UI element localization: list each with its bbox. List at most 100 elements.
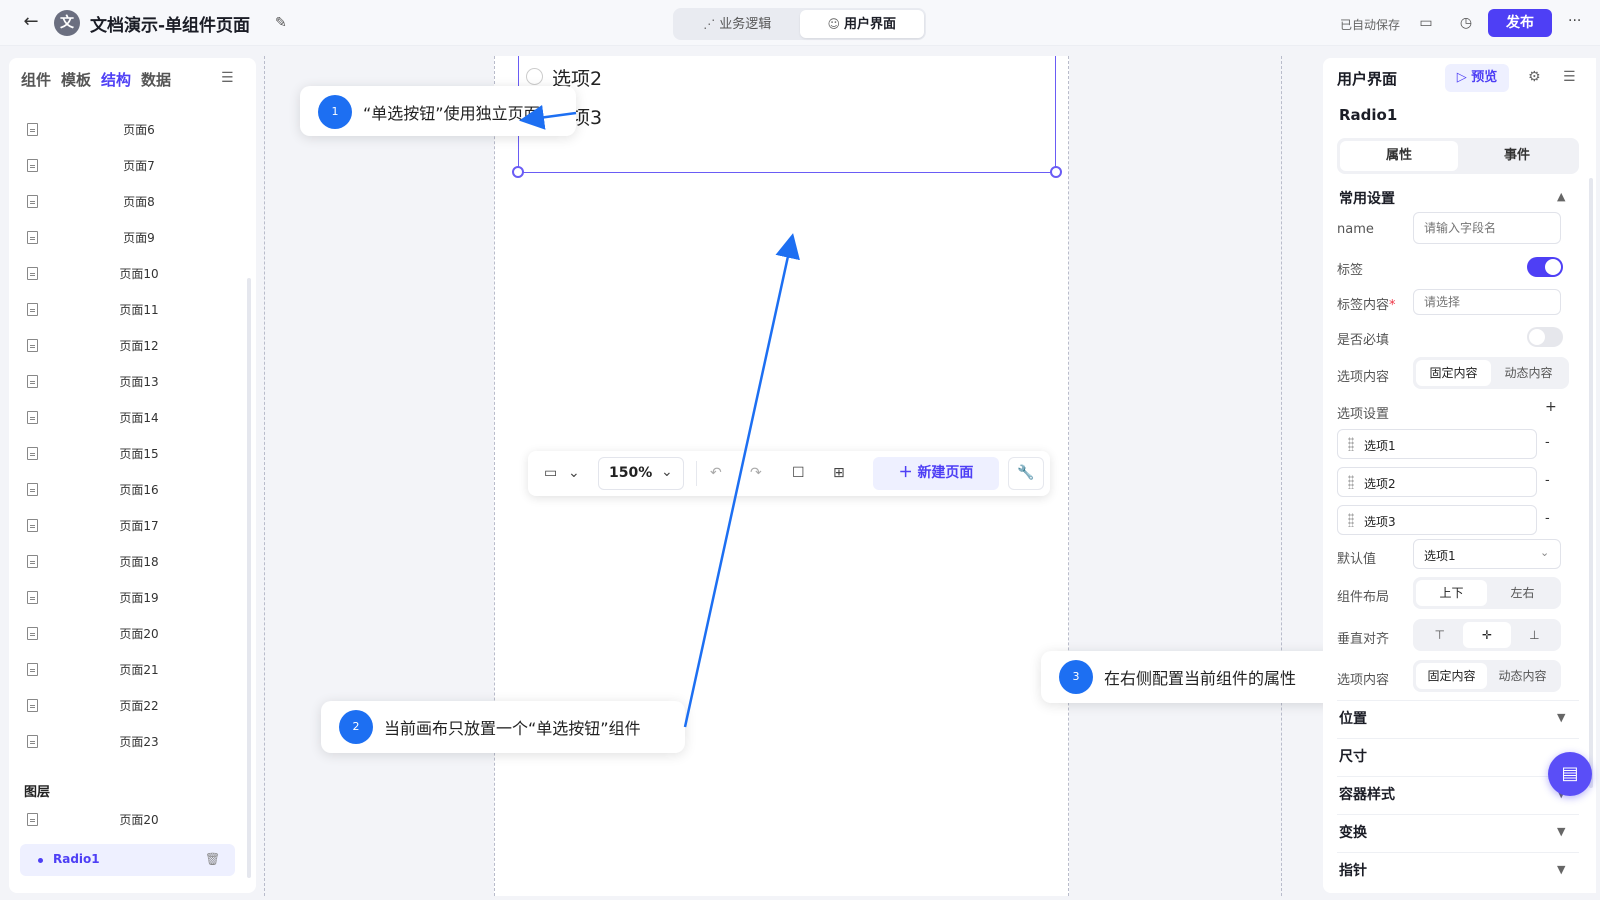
frame-icon[interactable]: ☐ <box>792 463 805 483</box>
tab-user-interface[interactable]: ☺ 用户界面 <box>799 10 924 38</box>
tab-components[interactable]: 组件 <box>21 69 51 90</box>
layer-page-item[interactable]: 页面20 <box>9 802 249 838</box>
component-name: Radio1 <box>1339 106 1398 124</box>
page-list-item[interactable]: 页面20 <box>9 616 249 652</box>
trash-icon[interactable]: 🗑 <box>205 852 220 866</box>
name-input[interactable] <box>1413 212 1561 244</box>
remove-option-icon[interactable]: - <box>1545 435 1550 450</box>
tab-properties[interactable]: 属性 <box>1340 141 1458 171</box>
tag-toggle[interactable] <box>1527 257 1563 277</box>
page-list-item[interactable]: 页面7 <box>9 148 249 184</box>
page-list: 页面6 页面7 页面8 页面9 页面10 页面11 页面12 页面13 页面14 页面15 页面16… <box>9 112 249 760</box>
caret-down-icon[interactable]: ▼ <box>1557 863 1565 876</box>
divider <box>1337 700 1579 701</box>
page-list-item[interactable]: 页面15 <box>9 436 249 472</box>
seg-fixed-content[interactable]: 固定内容 <box>1416 663 1487 689</box>
tab-data[interactable]: 数据 <box>141 69 171 90</box>
drag-handle-icon[interactable] <box>1348 437 1354 451</box>
gear-icon[interactable]: ⚙ <box>1528 69 1541 85</box>
default-value-select[interactable]: 选项1 ⌄ <box>1413 539 1561 569</box>
resize-handle-bl[interactable] <box>512 166 524 178</box>
remove-option-icon[interactable]: - <box>1545 511 1550 526</box>
grid-icon[interactable]: ⊞ <box>833 463 845 483</box>
tab-business-logic[interactable]: ⋰ 业务逻辑 <box>675 10 800 38</box>
option-row[interactable]: 选项1 <box>1337 429 1537 459</box>
page-list-item[interactable]: 页面22 <box>9 688 249 724</box>
page-list-item[interactable]: 页面8 <box>9 184 249 220</box>
seg-vertical[interactable]: 上下 <box>1416 580 1487 606</box>
doc-avatar: 文 <box>54 10 80 36</box>
new-page-button[interactable]: ＋ 新建页面 <box>873 457 999 490</box>
align-bottom-icon[interactable]: ⊥ <box>1511 622 1558 648</box>
page-list-item[interactable]: 页面9 <box>9 220 249 256</box>
tab-templates[interactable]: 模板 <box>61 69 91 90</box>
undo-icon[interactable]: ↶ <box>710 463 722 483</box>
layers-title: 图层 <box>24 785 51 800</box>
tab-structure[interactable]: 结构 <box>101 69 131 90</box>
radio-circle[interactable] <box>526 68 543 85</box>
callout-1: 1 “单选按钮”使用独立页面 <box>300 86 576 136</box>
seg-horizontal[interactable]: 左右 <box>1487 580 1558 606</box>
layout-seg: 上下 左右 <box>1413 577 1561 609</box>
page-doc-icon <box>27 735 38 748</box>
right-scrollbar[interactable] <box>1589 178 1593 788</box>
add-option-icon[interactable]: + <box>1545 399 1557 415</box>
option-row[interactable]: 选项3 <box>1337 505 1537 535</box>
resize-handle-br[interactable] <box>1050 166 1062 178</box>
chevron-down-icon[interactable]: ⌄ <box>568 463 580 483</box>
page-list-item[interactable]: 页面21 <box>9 652 249 688</box>
page-list-item[interactable]: 页面16 <box>9 472 249 508</box>
zoom-select[interactable]: 150% ⌄ <box>598 457 684 490</box>
section-container-style[interactable]: 容器样式 <box>1339 784 1395 804</box>
page-doc-icon <box>27 411 38 424</box>
redo-icon[interactable]: ↷ <box>750 463 762 483</box>
caret-down-icon[interactable]: ▼ <box>1557 825 1565 838</box>
option-row[interactable]: 选项2 <box>1337 467 1537 497</box>
drag-handle-icon[interactable] <box>1348 513 1354 527</box>
page-list-item[interactable]: 页面11 <box>9 292 249 328</box>
publish-button[interactable]: 发布 <box>1488 9 1552 37</box>
preview-button[interactable]: ▷ 预览 <box>1445 64 1509 92</box>
wrench-icon[interactable]: 🔧 <box>1008 457 1044 490</box>
section-common-settings[interactable]: 常用设置 <box>1339 188 1395 208</box>
section-size[interactable]: 尺寸 <box>1339 746 1367 766</box>
more-dots-icon[interactable]: ··· <box>1568 13 1581 29</box>
history-clock-icon[interactable]: ◷ <box>1456 13 1476 33</box>
page-list-item[interactable]: 页面6 <box>9 112 249 148</box>
page-doc-icon <box>27 483 38 496</box>
page-list-item[interactable]: 页面19 <box>9 580 249 616</box>
device-monitor-icon[interactable]: ▭ <box>544 463 557 483</box>
seg-dynamic-content[interactable]: 动态内容 <box>1487 663 1558 689</box>
section-transform[interactable]: 变换 <box>1339 822 1367 842</box>
tag-content-input[interactable] <box>1413 289 1561 315</box>
page-list-item[interactable]: 页面18 <box>9 544 249 580</box>
drag-handle-icon[interactable] <box>1348 475 1354 489</box>
layer-radio1[interactable]: Radio1 🗑 <box>20 844 235 876</box>
section-position[interactable]: 位置 <box>1339 708 1367 728</box>
page-list-item[interactable]: 页面10 <box>9 256 249 292</box>
page-list-item[interactable]: 页面14 <box>9 400 249 436</box>
remove-option-icon[interactable]: - <box>1545 473 1550 488</box>
page-list-item[interactable]: 页面17 <box>9 508 249 544</box>
required-toggle[interactable] <box>1527 327 1563 347</box>
caret-down-icon[interactable]: ▼ <box>1557 711 1565 724</box>
page-doc-icon <box>27 555 38 568</box>
back-arrow-icon[interactable]: ← <box>20 11 42 33</box>
page-list-item[interactable]: 页面13 <box>9 364 249 400</box>
left-scrollbar[interactable] <box>247 278 251 878</box>
section-pointer[interactable]: 指针 <box>1339 860 1367 880</box>
caret-up-icon[interactable]: ▲ <box>1557 190 1565 203</box>
collapse-list-icon[interactable]: ☰ <box>221 70 234 86</box>
help-assistant-icon[interactable]: ▤ <box>1548 752 1592 796</box>
collapse-list-icon[interactable]: ☰ <box>1563 69 1576 85</box>
align-top-icon[interactable]: ⊤ <box>1416 622 1463 648</box>
page-list-item[interactable]: 页面23 <box>9 724 249 760</box>
page-list-item[interactable]: 页面12 <box>9 328 249 364</box>
seg-fixed-content[interactable]: 固定内容 <box>1416 360 1491 386</box>
edit-pencil-icon[interactable]: ✎ <box>275 14 293 32</box>
align-middle-icon[interactable]: ✛ <box>1463 622 1511 648</box>
seg-dynamic-content[interactable]: 动态内容 <box>1491 360 1566 386</box>
label-name: name <box>1337 222 1374 237</box>
tab-events[interactable]: 事件 <box>1458 141 1576 171</box>
save-icon[interactable]: ▭ <box>1416 13 1436 33</box>
